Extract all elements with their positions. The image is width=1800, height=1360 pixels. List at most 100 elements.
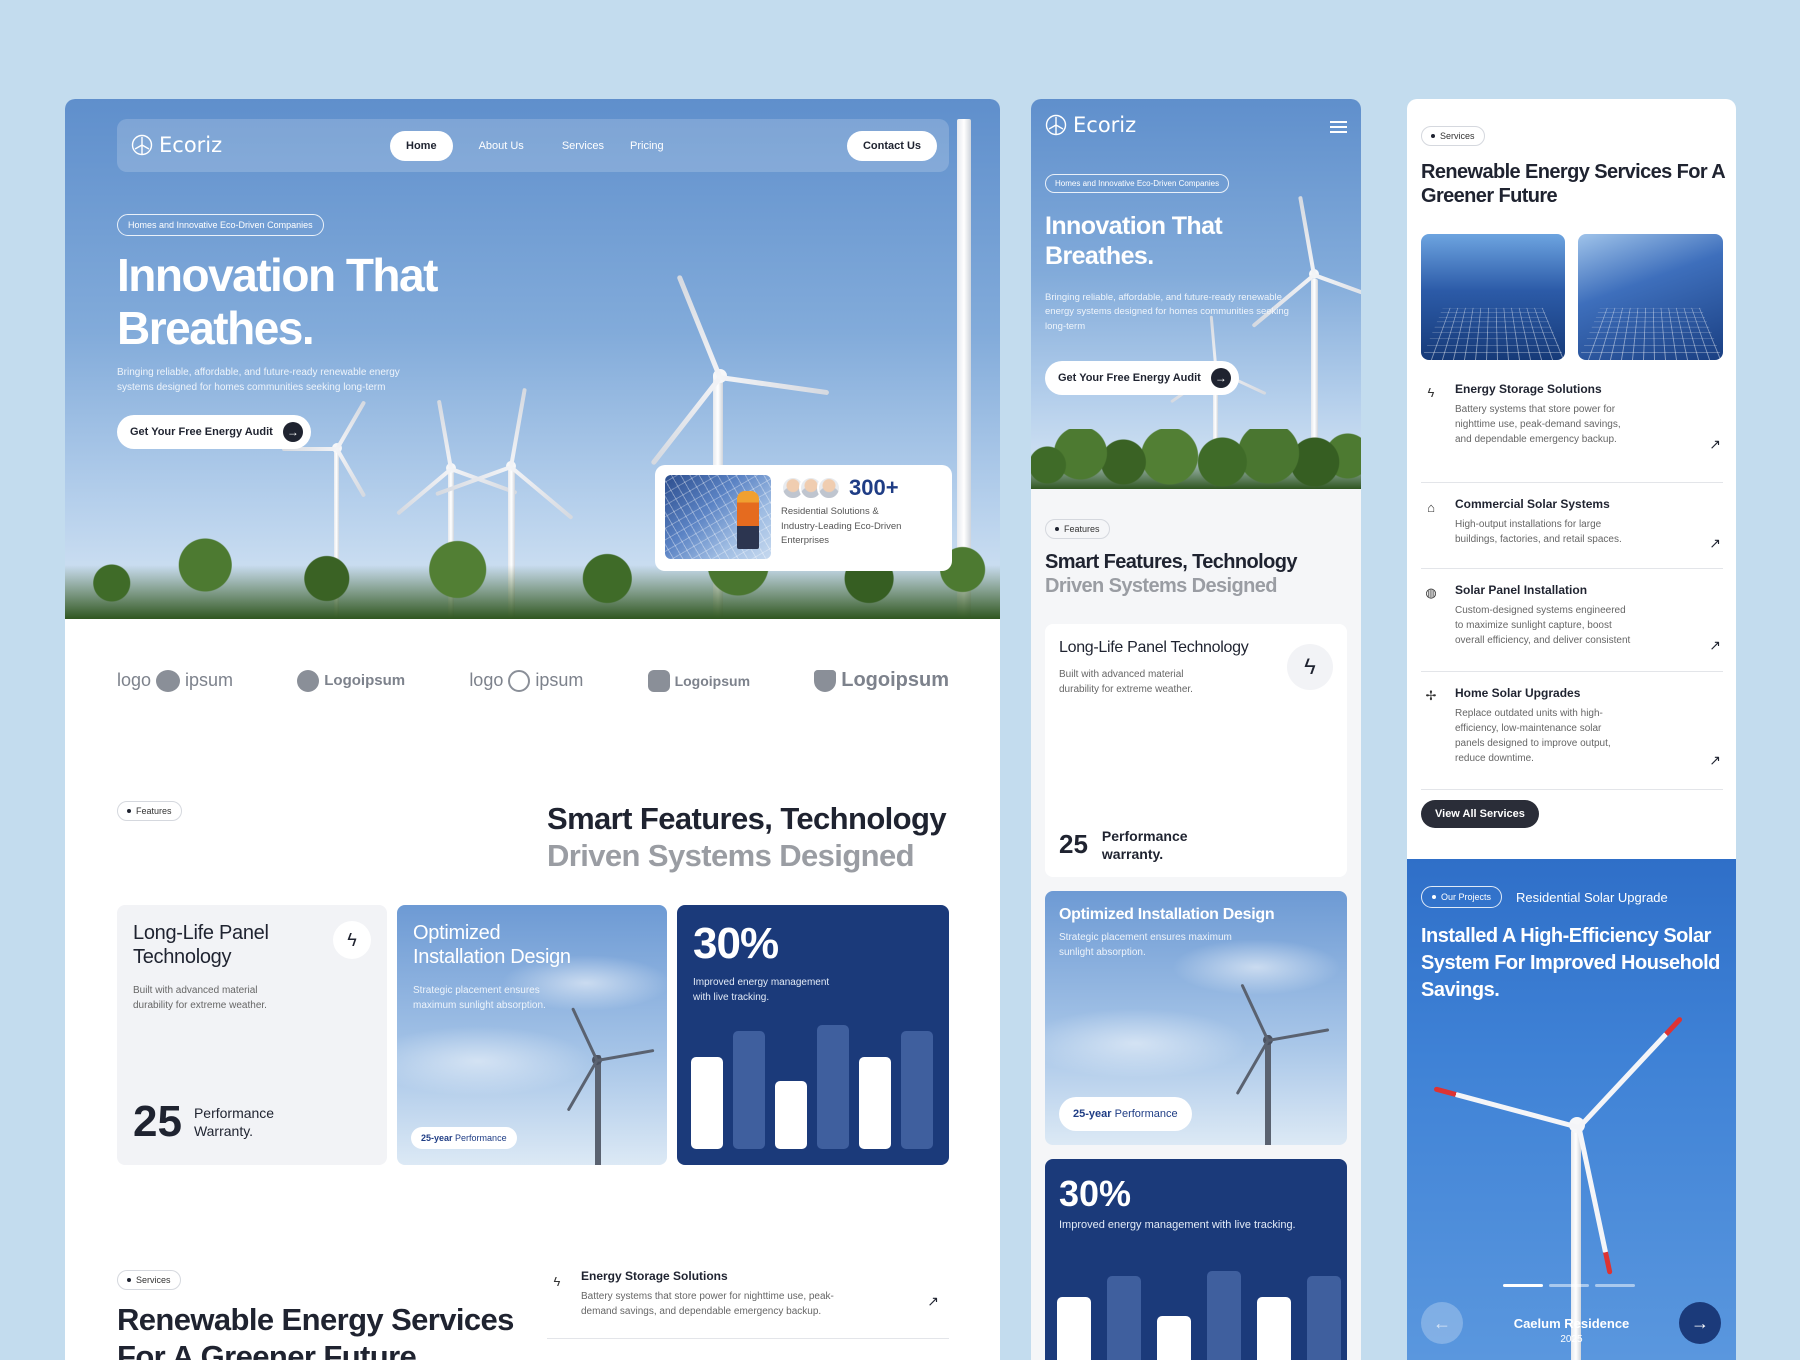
feature-card-energy[interactable]: 30% Improved energy management with live… — [1045, 1159, 1347, 1360]
dot-icon — [1432, 895, 1436, 899]
features-title-line: Driven Systems Designed — [1045, 575, 1297, 599]
slider-dot[interactable] — [1595, 1284, 1635, 1287]
hero-subtitle-line: Bringing reliable, affordable, and futur… — [1045, 291, 1289, 305]
service-desc: Battery systems that store power for nig… — [1455, 402, 1621, 447]
energy-bar — [1307, 1276, 1341, 1360]
free-audit-label: Get Your Free Energy Audit — [1058, 372, 1201, 384]
arrow-up-right-icon[interactable]: ↗ — [1709, 535, 1721, 552]
feature-desc-line: Strategic placement ensures — [413, 983, 651, 998]
hero-subtitle-line: systems designed for homes communities s… — [117, 380, 400, 395]
contact-us-button[interactable]: Contact Us — [847, 131, 937, 161]
service-title: Energy Storage Solutions — [1455, 382, 1621, 396]
service-item[interactable]: ◍ Solar Panel Installation Custom-design… — [1421, 569, 1723, 672]
feature-desc-line: durability for extreme weather. — [1059, 682, 1333, 697]
energy-bar — [1057, 1297, 1091, 1360]
feature-desc-line: sunlight absorption. — [1059, 945, 1333, 960]
service-item[interactable]: ϟ Energy Storage Solutions Battery syste… — [547, 1269, 949, 1339]
service-desc: Custom-designed systems engineered to ma… — [1455, 603, 1630, 648]
performance-badge: 25-year Performance — [1059, 1097, 1192, 1131]
hero-subtitle: Bringing reliable, affordable, and futur… — [1045, 291, 1289, 334]
warranty-years: 25 — [133, 1097, 182, 1147]
energy-bar — [691, 1057, 723, 1149]
desktop-preview: Ecoriz Home About Us Services Pricing Co… — [65, 99, 1000, 1360]
feature-card-desc: Improved energy management with live tra… — [1059, 1217, 1333, 1234]
project-category: Residential Solar Upgrade — [1516, 890, 1668, 905]
project-title-line: Installed A High-Efficiency Solar — [1421, 923, 1720, 950]
feature-card-installation[interactable]: Optimized Installation Design Strategic … — [1045, 891, 1347, 1145]
service-desc-line: Custom-designed systems engineered — [1455, 603, 1630, 618]
free-audit-button[interactable]: Get Your Free Energy Audit → — [1045, 361, 1239, 395]
service-desc: High-output installations for large buil… — [1455, 517, 1622, 547]
energy-percent: 30% — [693, 919, 933, 969]
services-tag-label: Services — [136, 1275, 171, 1285]
slider-dot[interactable] — [1503, 1284, 1543, 1287]
nav-pricing[interactable]: Pricing — [630, 140, 664, 152]
features-title-line: Smart Features, Technology — [1045, 551, 1297, 575]
service-desc-line: Replace outdated units with high- — [1455, 706, 1611, 721]
nav-services[interactable]: Services — [562, 140, 604, 152]
hero-title-line: Breathes. — [1045, 241, 1222, 271]
service-desc-line: nighttime use, peak-demand savings, — [1455, 417, 1621, 432]
service-item[interactable]: ⌂ Commercial Solar Systems High-output i… — [1421, 483, 1723, 569]
projects-section: Our Projects Residential Solar Upgrade I… — [1407, 859, 1736, 1360]
bolt-icon: ϟ — [1421, 382, 1441, 402]
logo-word: ipsum — [185, 670, 233, 691]
arrow-right-icon[interactable]: → — [1679, 1302, 1721, 1344]
features-tag-label: Features — [136, 806, 172, 816]
partner-logo: Logoipsum — [648, 670, 750, 692]
arrow-up-right-icon[interactable]: ↗ — [927, 1293, 939, 1310]
brand-logo[interactable]: Ecoriz — [1045, 113, 1136, 137]
feature-card-title: Optimized Installation Design — [413, 921, 651, 969]
project-title-line: System For Improved Household — [1421, 950, 1720, 977]
stat-line: Enterprises — [781, 534, 901, 549]
projects-tag: Our Projects — [1421, 886, 1502, 908]
energy-bar — [901, 1031, 933, 1149]
hero-tag: Homes and Innovative Eco-Driven Companie… — [1045, 174, 1229, 193]
service-item[interactable]: ϟ Energy Storage Solutions Battery syste… — [1421, 380, 1723, 483]
logo-word: logo — [469, 670, 503, 691]
avatar — [817, 476, 841, 500]
services-tag: Services — [1421, 126, 1485, 146]
features-tag: Features — [1045, 519, 1110, 539]
wind-turbine-image — [547, 1015, 647, 1165]
hero-title-line: Innovation That — [1045, 211, 1222, 241]
nav-about[interactable]: About Us — [479, 140, 524, 152]
wind-turbine-icon: ✢ — [1421, 686, 1441, 706]
energy-bar — [1207, 1271, 1241, 1360]
services-tag: Services — [117, 1270, 181, 1290]
feature-card-installation[interactable]: Optimized Installation Design Strategic … — [397, 905, 667, 1165]
mobile-preview: Ecoriz Homes and Innovative Eco-Driven C… — [1031, 99, 1361, 1360]
feature-card-energy[interactable]: 30% Improved energy management with live… — [677, 905, 949, 1165]
energy-bar — [733, 1031, 765, 1149]
slider-dot[interactable] — [1549, 1284, 1589, 1287]
hero-title: Innovation That Breathes. — [117, 249, 437, 355]
logo-word: Logoipsum — [841, 669, 949, 692]
logo-word: logo — [117, 670, 151, 691]
arrow-up-right-icon[interactable]: ↗ — [1709, 637, 1721, 654]
arrow-up-right-icon[interactable]: ↗ — [1709, 752, 1721, 769]
energy-bar-chart — [1045, 1257, 1347, 1360]
service-item[interactable]: ✢ Home Solar Upgrades Replace outdated u… — [1421, 672, 1723, 790]
view-all-services-button[interactable]: View All Services — [1421, 800, 1539, 828]
free-audit-button[interactable]: Get Your Free Energy Audit → — [117, 415, 311, 449]
nav-home[interactable]: Home — [390, 131, 453, 161]
service-desc: Battery systems that store power for nig… — [581, 1289, 834, 1319]
bear-logo-icon — [156, 670, 180, 692]
partner-logo: logo ipsum — [469, 670, 583, 692]
service-desc-line: buildings, factories, and retail spaces. — [1455, 532, 1622, 547]
hero-subtitle-line: long-term — [1045, 320, 1289, 334]
service-title: Commercial Solar Systems — [1455, 497, 1622, 511]
brand-logo[interactable]: Ecoriz — [131, 133, 222, 157]
arrow-up-right-icon[interactable]: ↗ — [1709, 436, 1721, 453]
services-title-line: Renewable Energy Services — [117, 1302, 514, 1339]
solar-panel-image — [1421, 234, 1565, 360]
warranty-label: Performance Warranty. — [194, 1104, 274, 1140]
hamburger-menu-icon[interactable] — [1330, 121, 1347, 136]
badge-rest: Performance — [1115, 1108, 1178, 1120]
feature-card-panel[interactable]: Long-Life Panel Technology Built with ad… — [1045, 624, 1347, 877]
feature-card-panel[interactable]: Long-Life Panel Technology Built with ad… — [117, 905, 387, 1165]
partner-logo: logo ipsum — [117, 670, 233, 692]
hero-title: Innovation That Breathes. — [1045, 211, 1222, 271]
flower-logo-icon — [297, 670, 319, 692]
stat-line: Industry-Leading Eco-Driven — [781, 520, 901, 535]
